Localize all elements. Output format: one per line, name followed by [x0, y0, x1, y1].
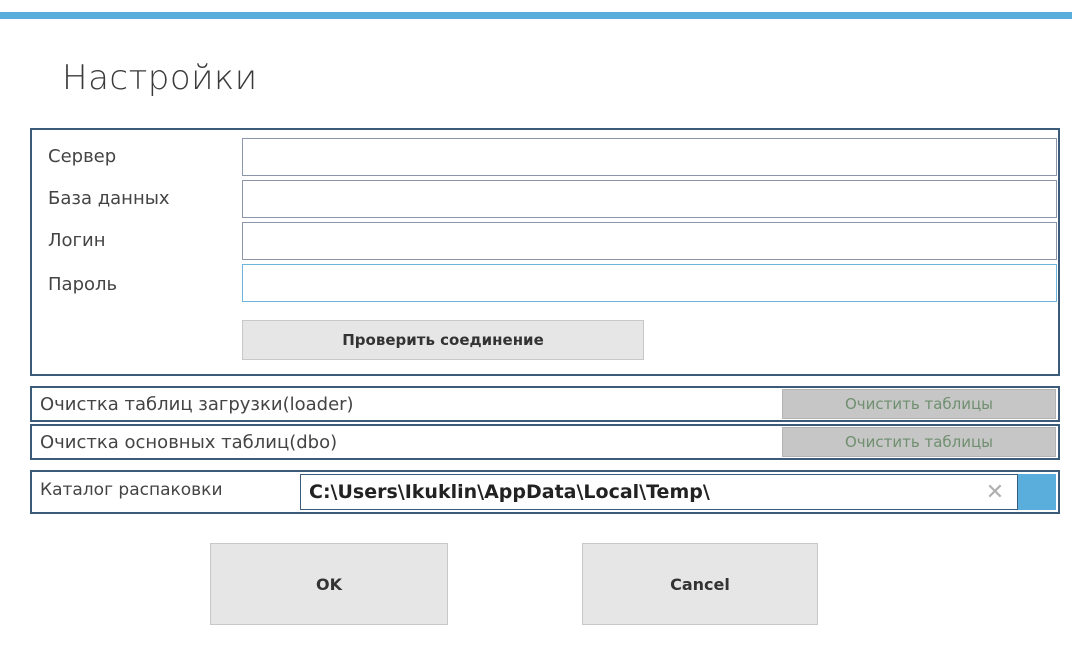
clear-loader-tables-button[interactable]: Очистить таблицы [782, 389, 1056, 419]
test-connection-button[interactable]: Проверить соединение [242, 320, 644, 360]
dialog-title: Настройки [62, 58, 258, 98]
window-accent-bar [0, 12, 1072, 19]
unpack-directory-row: Каталог распаковки ✕ [30, 470, 1060, 514]
close-icon[interactable]: ✕ [980, 478, 1010, 508]
folder-browse-icon[interactable] [1018, 474, 1056, 510]
database-label: База данных [48, 188, 170, 209]
server-label: Сервер [48, 146, 117, 167]
unpack-directory-label: Каталог распаковки [40, 480, 223, 500]
cancel-button[interactable]: Cancel [582, 543, 818, 625]
password-label: Пароль [48, 274, 118, 295]
cleanup-dbo-label: Очистка основных таблиц(dbo) [40, 432, 338, 453]
cleanup-loader-label: Очистка таблиц загрузки(loader) [40, 394, 354, 415]
unpack-path-input[interactable] [300, 474, 1018, 510]
ok-button[interactable]: OK [210, 543, 448, 625]
cleanup-dbo-row: Очистка основных таблиц(dbo) Очистить та… [30, 424, 1060, 460]
server-input[interactable] [242, 138, 1057, 176]
connection-settings-group: Сервер База данных Логин Пароль Проверит… [30, 128, 1060, 376]
login-label: Логин [48, 230, 106, 251]
login-input[interactable] [242, 222, 1057, 260]
cleanup-loader-row: Очистка таблиц загрузки(loader) Очистить… [30, 386, 1060, 422]
database-input[interactable] [242, 180, 1057, 218]
password-input[interactable] [242, 264, 1057, 302]
clear-dbo-tables-button[interactable]: Очистить таблицы [782, 427, 1056, 457]
